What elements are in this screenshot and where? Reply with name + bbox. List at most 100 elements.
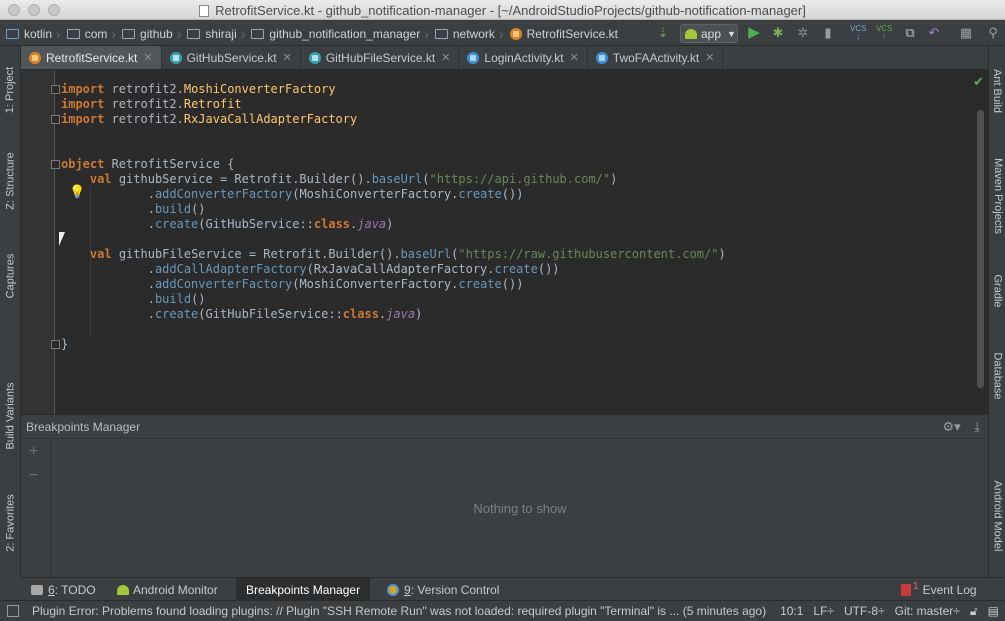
compare-icon[interactable]: ⧉	[902, 25, 918, 41]
panel-side-toolbar: + −	[21, 439, 51, 578]
panel-tools: ⚙▾ ⤓	[942, 419, 980, 435]
gear-icon[interactable]: ⚙▾	[942, 419, 960, 434]
title-bar: RetrofitService.kt - github_notification…	[0, 0, 1005, 20]
tab-retrofitservice[interactable]: RetrofitService.kt ✕	[21, 46, 162, 69]
breadcrumb-separator: ›	[498, 26, 504, 42]
right-tool-strip: Ant Build Maven Projects Gradle Database…	[988, 46, 1005, 577]
event-log-count: 1	[913, 581, 919, 592]
bottom-tool-tabs: 6: TODO Android Monitor Breakpoints Mana…	[21, 577, 1005, 601]
breadcrumb-separator: ›	[240, 26, 246, 42]
favorites-tool-tab[interactable]: 2: Favorites	[0, 478, 21, 568]
editor-tabs: RetrofitService.kt ✕ GitHubService.kt ✕ Gi…	[21, 46, 988, 70]
tab-githubfileservice[interactable]: GitHubFileService.kt ✕	[301, 46, 460, 69]
line-separator-select[interactable]: LF÷	[813, 604, 834, 619]
code-text[interactable]: import retrofit2.MoshiConverterFactory i…	[61, 82, 726, 352]
stop-icon[interactable]: ▮	[820, 25, 836, 41]
package-folder-icon	[122, 29, 136, 39]
database-tool-tab[interactable]: Database	[989, 346, 1005, 406]
run-icon[interactable]: ▶	[746, 25, 762, 41]
fold-marker-icon[interactable]	[51, 115, 60, 124]
breakpoints-list[interactable]: Nothing to show	[52, 439, 988, 578]
tab-githubservice[interactable]: GitHubService.kt ✕	[162, 46, 301, 69]
version-control-icon	[387, 583, 399, 596]
status-bar: Plugin Error: Problems found loading plu…	[0, 600, 1005, 621]
breadcrumb-shiraji[interactable]: shiraji	[183, 25, 240, 43]
lock-icon[interactable]: 🔓︎	[970, 604, 978, 619]
tab-breakpoints-manager[interactable]: Breakpoints Manager	[236, 578, 371, 601]
kotlin-file-icon	[509, 28, 522, 40]
vcs-commit-icon[interactable]: VCS ↑	[876, 25, 892, 41]
package-folder-icon	[434, 29, 448, 39]
breadcrumb-com[interactable]: com	[63, 25, 112, 43]
fold-marker-icon[interactable]	[51, 160, 60, 169]
close-icon[interactable]: ✕	[441, 51, 450, 64]
chevron-down-icon: ▼	[727, 28, 736, 39]
package-folder-icon	[187, 29, 201, 39]
close-icon[interactable]: ✕	[705, 51, 714, 64]
gradle-tool-tab[interactable]: Gradle	[989, 261, 1005, 321]
tab-android-monitor[interactable]: Android Monitor	[107, 578, 228, 601]
project-structure-icon[interactable]: ▦	[958, 25, 974, 41]
maven-projects-tool-tab[interactable]: Maven Projects	[989, 141, 1005, 251]
android-model-tool-tab[interactable]: Android Model	[989, 466, 1005, 566]
encoding-select[interactable]: UTF-8÷	[844, 604, 885, 619]
editor-gutter[interactable]	[21, 70, 55, 414]
panel-title: Breakpoints Manager	[26, 419, 141, 434]
fold-marker-icon[interactable]	[51, 340, 60, 349]
breadcrumb-retrofitservice[interactable]: RetrofitService.kt	[506, 25, 622, 43]
kotlin-interface-icon	[308, 51, 321, 64]
navigation-toolbar: kotlin › com › github › shiraji › github…	[0, 21, 1005, 46]
captures-tool-tab[interactable]: Captures	[0, 241, 21, 311]
breadcrumb-github-notification-manager[interactable]: github_notification_manager	[247, 25, 424, 43]
remove-icon[interactable]: −	[29, 467, 38, 485]
package-folder-icon	[66, 29, 80, 39]
inspection-ok-icon: ✔	[973, 74, 984, 89]
attach-debugger-icon[interactable]: ✲	[795, 25, 811, 41]
breadcrumb-separator: ›	[111, 26, 117, 42]
kotlin-class-icon	[467, 51, 480, 64]
ant-build-tool-tab[interactable]: Ant Build	[989, 56, 1005, 126]
status-message[interactable]: Plugin Error: Problems found loading plu…	[32, 604, 766, 618]
breadcrumb-kotlin[interactable]: kotlin	[2, 25, 56, 43]
tab-event-log[interactable]: 1 Event Log	[891, 578, 987, 601]
empty-state-text: Nothing to show	[473, 501, 567, 516]
hide-panel-icon[interactable]: ⤓	[974, 419, 980, 434]
project-tool-tab[interactable]: 1: Project	[0, 50, 21, 130]
editor-scrollbar[interactable]	[977, 110, 984, 388]
breadcrumb-github[interactable]: github	[118, 25, 177, 43]
android-icon	[685, 28, 697, 39]
vcs-update-icon[interactable]: VCS ↓	[850, 25, 866, 41]
kotlin-interface-icon	[169, 51, 182, 64]
run-configuration-select[interactable]: app ▼	[680, 24, 738, 43]
breadcrumb-separator: ›	[424, 26, 429, 42]
make-project-icon[interactable]: ⇣	[655, 25, 671, 41]
event-log-icon	[901, 583, 911, 596]
add-icon[interactable]: +	[29, 443, 38, 461]
status-widgets: 10:1 LF÷ UTF-8÷ Git: master÷ 🔓︎ ▤	[770, 604, 999, 619]
toggle-tool-windows-icon[interactable]	[7, 605, 19, 617]
code-editor[interactable]: 💡 ✔ import retrofit2.MoshiConverterFacto…	[21, 70, 988, 414]
tab-twofaactivity[interactable]: TwoFAActivity.kt ✕	[588, 46, 724, 69]
memory-indicator-icon[interactable]: ▤	[988, 604, 999, 619]
panel-header: Breakpoints Manager ⚙▾ ⤓	[21, 415, 988, 439]
file-icon	[199, 5, 210, 17]
breadcrumb-network[interactable]: network	[431, 25, 499, 43]
tab-todo[interactable]: 6: TODO	[21, 578, 106, 601]
revert-icon[interactable]: ↶	[926, 25, 942, 41]
breadcrumb-separator: ›	[56, 26, 61, 42]
git-branch-select[interactable]: Git: master÷	[895, 604, 960, 619]
kotlin-file-icon	[29, 51, 41, 64]
tab-loginactivity[interactable]: LoginActivity.kt ✕	[459, 46, 588, 69]
debug-icon[interactable]: ✱	[770, 25, 786, 41]
structure-tool-tab[interactable]: Z: Structure	[0, 141, 21, 221]
fold-marker-icon[interactable]	[51, 85, 60, 94]
source-folder-icon	[6, 29, 19, 39]
search-everywhere-icon[interactable]: ⚲	[985, 25, 1001, 41]
build-variants-tool-tab[interactable]: Build Variants	[0, 366, 21, 466]
close-icon[interactable]: ✕	[143, 51, 152, 64]
caret-position[interactable]: 10:1	[780, 604, 803, 619]
tab-version-control[interactable]: 9: Version Control	[377, 578, 509, 601]
kotlin-class-icon	[595, 51, 608, 64]
close-icon[interactable]: ✕	[570, 51, 579, 64]
close-icon[interactable]: ✕	[283, 51, 292, 64]
